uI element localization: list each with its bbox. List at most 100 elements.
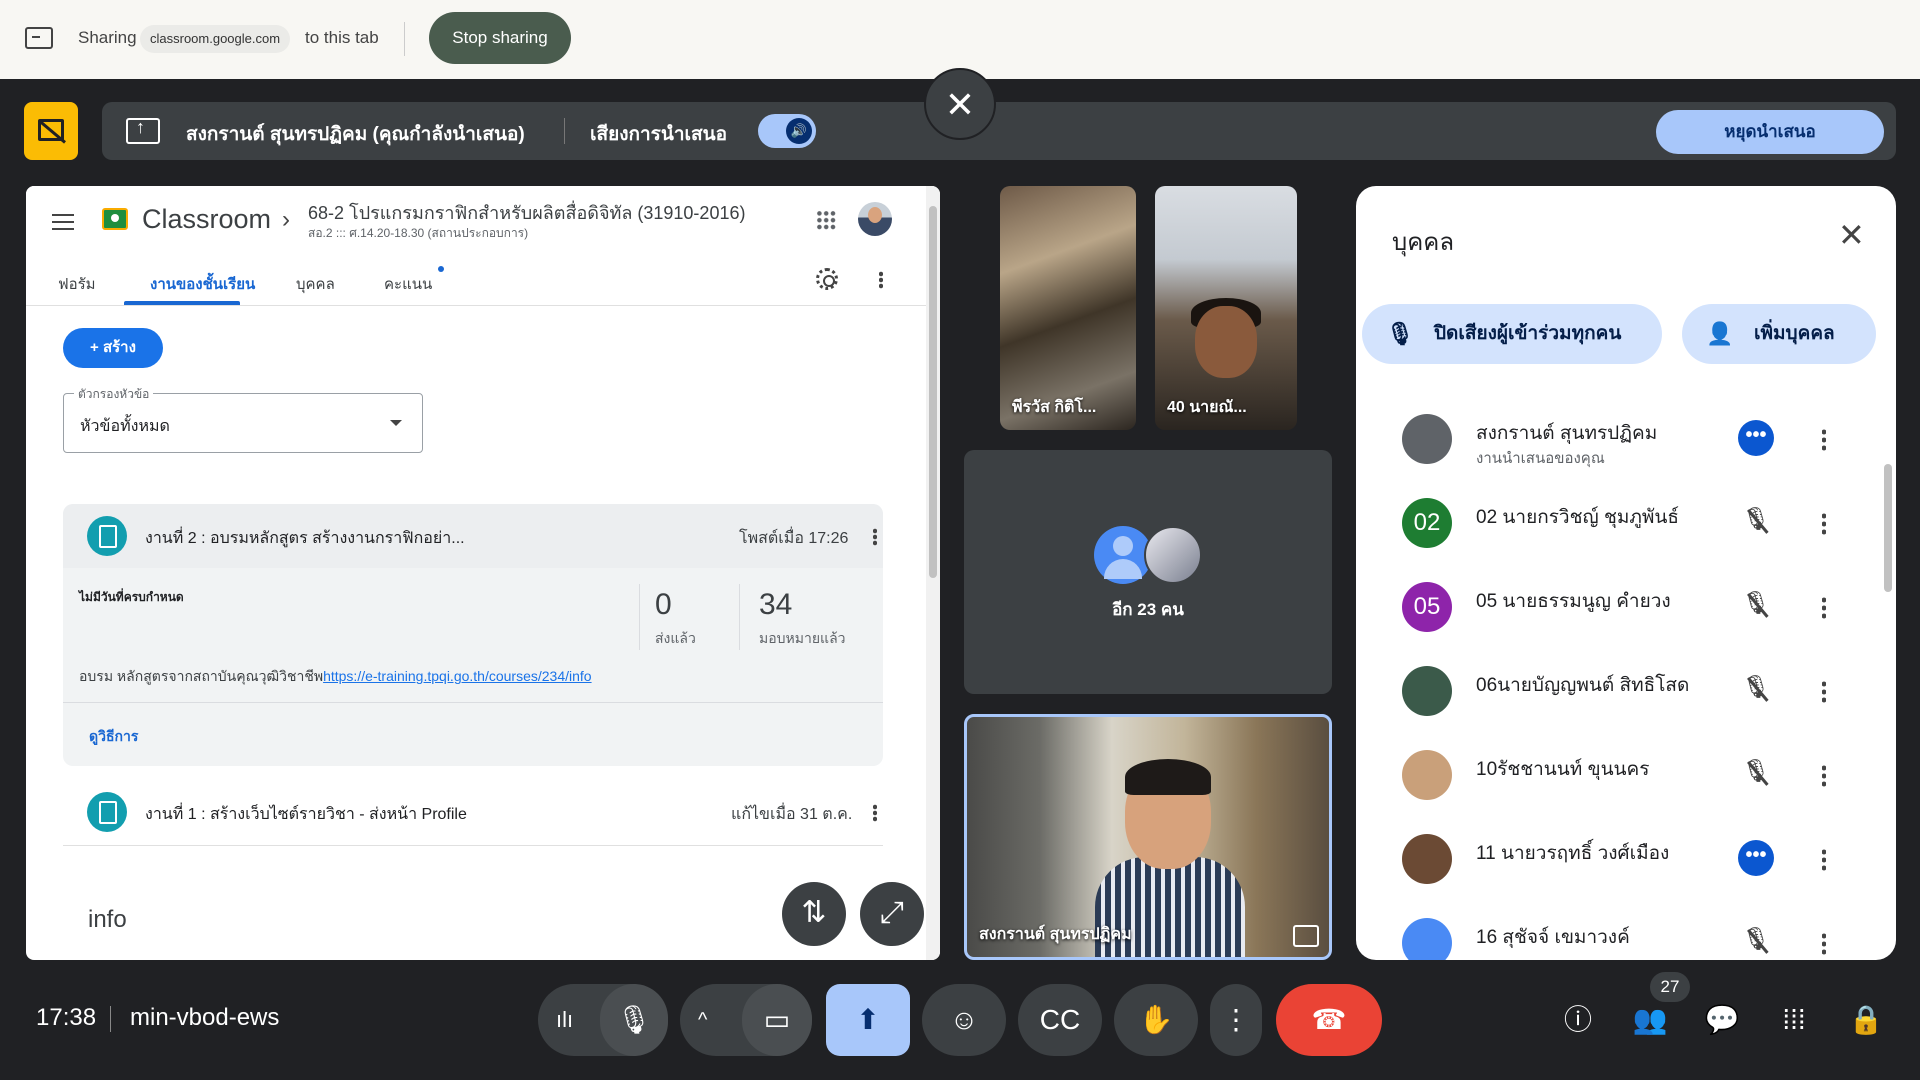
mute-all-button[interactable]: 🎙 ปิดเสียงผู้เข้าร่วมทุกคน xyxy=(1362,304,1662,364)
fullscreen-icon[interactable]: ⤢ xyxy=(860,882,924,946)
more-participants-label: อีก 23 คน xyxy=(1112,600,1184,619)
close-icon[interactable]: ✕ xyxy=(1838,216,1865,254)
present-button[interactable]: ⬆ xyxy=(826,984,910,1056)
emoji-reaction-button[interactable]: ☺ xyxy=(922,984,1006,1056)
add-people-button[interactable]: 👤 เพิ่มบุคคล xyxy=(1682,304,1876,364)
mic-off-icon[interactable]: 🎙 xyxy=(1740,590,1772,622)
shared-classroom-tab: Classroom › 68-2 โปรแกรมกราฟิกสำหรับผลิต… xyxy=(26,186,940,960)
participant-tile[interactable]: 40 นายณั... xyxy=(1155,186,1297,430)
list-item[interactable]: 16 สุชัจจ์ เขมาวงค์ 🎙 xyxy=(1356,900,1896,960)
due-date-label: ไม่มีวันที่ครบกำหนด xyxy=(79,590,184,604)
list-item[interactable]: 05 05 นายธรรมนูญ คำยวง 🎙 xyxy=(1356,564,1896,648)
more-vert-icon[interactable] xyxy=(1822,764,1826,788)
menu-icon[interactable] xyxy=(52,214,74,230)
assignment-title[interactable]: งานที่ 2 : อบรมหลักสูตร สร้างงานกราฟิกอย… xyxy=(145,526,465,551)
more-options-button[interactable]: ⋮ xyxy=(1210,984,1262,1056)
scrollbar[interactable] xyxy=(926,186,940,960)
course-link[interactable]: https://e-training.tpqi.go.th/courses/23… xyxy=(323,668,592,684)
mic-off-icon[interactable]: 🎙 xyxy=(1740,926,1772,958)
divider xyxy=(404,22,405,56)
people-icon[interactable]: 👥 xyxy=(1632,1002,1668,1038)
captions-button[interactable]: CC xyxy=(1018,984,1102,1056)
avatar xyxy=(1144,526,1202,584)
stop-presenting-button[interactable]: หยุดนำเสนอ xyxy=(1656,110,1884,154)
participant-name: 05 นายธรรมนูญ คำยวง xyxy=(1476,591,1671,612)
more-vert-icon[interactable] xyxy=(1822,932,1826,956)
speaker-icon: 🔊 xyxy=(786,118,812,144)
camera-button[interactable]: ▭ xyxy=(742,984,812,1056)
screen-share-icon xyxy=(25,27,53,49)
tab-people[interactable]: บุคคล xyxy=(296,272,335,296)
swap-icon[interactable]: ⇅ xyxy=(782,882,846,946)
create-button[interactable]: + สร้าง xyxy=(63,328,163,368)
more-vert-icon[interactable] xyxy=(879,271,883,289)
list-item[interactable]: 10รัชชานนท์ ขุนนคร 🎙 xyxy=(1356,732,1896,816)
apps-grid-icon[interactable] xyxy=(816,210,836,230)
presentation-audio-toggle[interactable]: 🔊 xyxy=(758,114,816,148)
self-view-tile[interactable]: สงกรานต์ สุนทรปฏิคม xyxy=(964,714,1332,960)
info-icon[interactable]: ⓘ xyxy=(1560,1002,1596,1038)
more-vert-icon[interactable] xyxy=(1822,848,1826,872)
app-name[interactable]: Classroom xyxy=(142,204,271,235)
leave-call-button[interactable]: ☎ xyxy=(1276,984,1382,1056)
participant-name: สงกรานต์ สุนทรปฏิคม xyxy=(979,926,1132,943)
chevron-right-icon: › xyxy=(282,206,290,233)
participant-name: 02 นายกรวิชญ์ ชุมภูพันธ์ xyxy=(1476,507,1679,528)
participant-name: 06นายบัญญพนต์ สิทธิโสด xyxy=(1476,675,1690,696)
assignment-title[interactable]: งานที่ 1 : สร้างเว็บไซต์รายวิชา - ส่งหน้… xyxy=(145,802,467,827)
more-vert-icon[interactable] xyxy=(1822,512,1826,536)
avatar: 02 xyxy=(1402,498,1452,548)
assigned-count[interactable]: 34 xyxy=(759,588,792,622)
scrollbar-thumb[interactable] xyxy=(1884,464,1892,592)
chat-icon[interactable]: 💬 xyxy=(1704,1002,1740,1038)
participant-name: พีรวัส กิติโ... xyxy=(1012,399,1097,416)
list-item[interactable]: 02 02 นายกรวิชญ์ ชุมภูพันธ์ 🎙 xyxy=(1356,480,1896,564)
tab-stream[interactable]: ฟอรัม xyxy=(58,272,96,296)
scrollbar-thumb[interactable] xyxy=(929,206,937,578)
more-vert-icon[interactable] xyxy=(1822,680,1826,704)
tab-grades[interactable]: คะแนน xyxy=(384,272,432,296)
turned-in-count[interactable]: 0 xyxy=(655,588,672,622)
microphone-button[interactable]: 🎙 xyxy=(600,984,668,1056)
hide-presentation-icon xyxy=(38,119,64,141)
filter-label: ตัวกรองหัวข้อ xyxy=(74,385,154,404)
close-icon[interactable]: ✕ xyxy=(924,68,996,140)
list-item[interactable]: 11 นายวรฤทธิ์ วงศ์เมือง ••• xyxy=(1356,816,1896,900)
assignment-card-expanded[interactable]: งานที่ 2 : อบรมหลักสูตร สร้างงานกราฟิกอย… xyxy=(63,504,883,766)
assignment-description: อบรม หลักสูตรจากสถาบันคุณวุฒิวิชาชีพhttp… xyxy=(79,666,592,688)
chevron-up-icon[interactable]: ^ xyxy=(698,984,707,1056)
more-vert-icon[interactable] xyxy=(873,804,877,822)
participant-list: สงกรานต์ สุนทรปฏิคม งานนำเสนอของคุณ ••• … xyxy=(1356,396,1896,960)
more-vert-icon[interactable] xyxy=(1822,596,1826,620)
classroom-tabs: ฟอรัม งานของชั้นเรียน บุคคล คะแนน xyxy=(26,254,926,306)
presentation-toggle-button[interactable] xyxy=(24,102,78,160)
pip-icon[interactable] xyxy=(1293,925,1319,947)
list-item[interactable]: 06นายบัญญพนต์ สิทธิโสด 🎙 xyxy=(1356,648,1896,732)
mic-control-group: ılı 🎙 xyxy=(538,984,668,1056)
host-controls-icon[interactable]: 🔒 xyxy=(1848,1002,1884,1038)
more-vert-icon[interactable] xyxy=(1822,428,1826,452)
more-vert-icon[interactable] xyxy=(873,528,877,546)
mic-off-icon[interactable]: 🎙 xyxy=(1740,758,1772,790)
participant-subtitle: งานนำเสนอของคุณ xyxy=(1476,450,1605,467)
mic-off-icon: 🎙 xyxy=(1386,321,1414,346)
view-instructions-link[interactable]: ดูวิธีการ xyxy=(89,726,138,748)
course-title[interactable]: 68-2 โปรแกรมกราฟิกสำหรับผลิตสื่อดิจิทัล … xyxy=(308,198,745,227)
more-participants-tile[interactable]: อีก 23 คน xyxy=(964,450,1332,694)
tab-classwork[interactable]: งานของชั้นเรียน xyxy=(150,272,255,296)
meeting-code[interactable]: min-vbod-ews xyxy=(130,1004,279,1032)
participant-tile[interactable]: พีรวัส กิติโ... xyxy=(1000,186,1136,430)
topic-filter-select[interactable]: ตัวกรองหัวข้อ หัวข้อทั้งหมด xyxy=(63,385,423,453)
list-item[interactable]: สงกรานต์ สุนทรปฏิคม งานนำเสนอของคุณ ••• xyxy=(1356,396,1896,480)
assignment-card[interactable]: งานที่ 1 : สร้างเว็บไซต์รายวิชา - ส่งหน้… xyxy=(63,780,883,846)
activities-icon[interactable]: ⁞⁞⁞ xyxy=(1776,1002,1812,1038)
raise-hand-button[interactable]: ✋ xyxy=(1114,984,1198,1056)
sharing-label: Sharing xyxy=(78,28,137,47)
mic-off-icon[interactable]: 🎙 xyxy=(1740,674,1772,706)
avatar[interactable] xyxy=(858,202,892,236)
stop-sharing-button[interactable]: Stop sharing xyxy=(429,12,571,64)
mic-off-icon[interactable]: 🎙 xyxy=(1740,506,1772,538)
presenter-label: สงกรานต์ สุนทรปฏิคม (คุณกำลังนำเสนอ) xyxy=(186,124,525,145)
turned-in-label: ส่งแล้ว xyxy=(655,630,696,646)
gear-icon[interactable] xyxy=(816,268,838,290)
